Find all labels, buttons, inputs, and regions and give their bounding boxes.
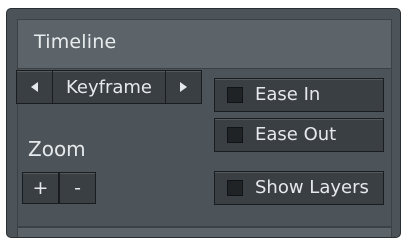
- keyframe-stepper: Keyframe: [16, 70, 202, 104]
- ease-in-label: Ease In: [255, 84, 321, 105]
- ease-out-checkbox[interactable]: [227, 127, 243, 143]
- panel-title: Timeline: [34, 31, 117, 53]
- ease-in-checkbox[interactable]: [227, 87, 243, 103]
- triangle-left-icon: [31, 82, 38, 92]
- keyframe-label: Keyframe: [65, 76, 152, 98]
- triangle-right-icon: [180, 82, 187, 92]
- show-layers-toggle[interactable]: Show Layers: [214, 171, 384, 205]
- show-layers-label: Show Layers: [255, 177, 369, 198]
- ease-out-toggle[interactable]: Ease Out: [214, 118, 384, 152]
- app-window: Timeline Keyframe Ease In Ease Out Show …: [0, 0, 407, 242]
- next-keyframe-button[interactable]: [165, 71, 201, 103]
- ease-in-toggle[interactable]: Ease In: [214, 78, 384, 112]
- panel-header: Timeline: [17, 19, 392, 69]
- zoom-controls: + -: [22, 172, 96, 204]
- panel-footer: [17, 227, 392, 237]
- ease-out-label: Ease Out: [255, 124, 337, 145]
- previous-keyframe-button[interactable]: [17, 71, 53, 103]
- zoom-in-button[interactable]: +: [22, 172, 59, 204]
- zoom-out-button[interactable]: -: [59, 172, 96, 204]
- zoom-label: Zoom: [28, 137, 86, 161]
- show-layers-checkbox[interactable]: [227, 180, 243, 196]
